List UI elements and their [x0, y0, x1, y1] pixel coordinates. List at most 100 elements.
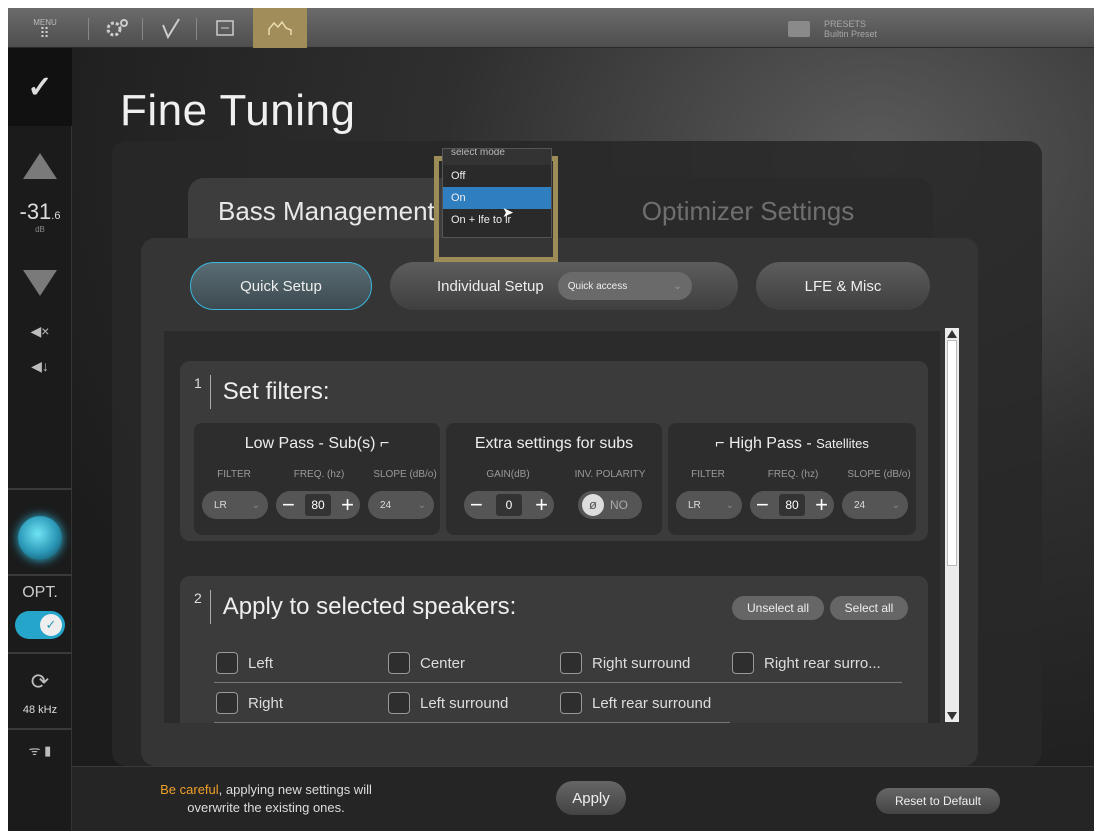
mode-dropdown[interactable]: select mode Off On On + lfe to lr	[442, 148, 552, 238]
brand-logo[interactable]: ✓	[8, 48, 72, 126]
apply-button[interactable]: Apply	[556, 781, 626, 815]
lfe-misc-button[interactable]: LFE & Misc	[756, 262, 930, 310]
tab-optimizer-settings[interactable]: Optimizer Settings	[563, 178, 933, 244]
low-pass-slope-select[interactable]: 24 ⌄	[368, 491, 434, 519]
sidebar-divider	[8, 728, 72, 730]
filter-label: FILTER	[691, 469, 725, 480]
speaker-checkbox-right-rear-surround[interactable]: Right rear surro...	[732, 652, 881, 674]
section-title: Set filters:	[222, 378, 330, 405]
high-pass-slope-select[interactable]: 24 ⌄	[842, 491, 908, 519]
low-pass-filter-select[interactable]: LR ⌄	[202, 491, 268, 519]
section-number: 2	[194, 590, 202, 606]
dropdown-header: select mode	[443, 149, 551, 165]
toolbar-divider	[142, 18, 143, 40]
speaker-checkbox-left[interactable]: Left	[216, 652, 273, 674]
reset-to-default-button[interactable]: Reset to Default	[876, 788, 1000, 814]
plus-icon[interactable]: +	[535, 494, 548, 516]
mute-button[interactable]: ◀×	[8, 318, 72, 344]
dropdown-option-off[interactable]: Off	[443, 165, 551, 187]
scroll-thumb[interactable]	[947, 340, 957, 566]
freq-value[interactable]: 80	[779, 494, 805, 516]
knob-icon	[18, 516, 62, 560]
speaker-label: Right rear surro...	[764, 654, 881, 672]
scroll-down-icon[interactable]	[947, 712, 957, 720]
section-number: 1	[194, 375, 202, 391]
high-pass-label: High Pass -	[728, 435, 817, 452]
checkbox[interactable]	[560, 652, 582, 674]
polarity-icon: ø	[582, 494, 604, 516]
speaker-checkbox-left-surround[interactable]: Left surround	[388, 692, 508, 714]
toggle-check-icon: ✓	[40, 614, 62, 636]
display-icon[interactable]	[208, 8, 242, 48]
freq-label: FREQ. (hz)	[293, 469, 345, 480]
sync-icon[interactable]: ⟳	[8, 666, 72, 698]
plus-icon[interactable]: +	[341, 494, 354, 516]
app-window: MENU ⠿ PRESETS Builtin Preset ✓ -31.6 dB…	[8, 8, 1094, 831]
speaker-checkbox-left-rear-surround[interactable]: Left rear surround	[560, 692, 711, 714]
checkbox[interactable]	[216, 692, 238, 714]
freq-label: FREQ. (hz)	[767, 469, 819, 480]
high-pass-group: ⌐ High Pass - Satellites FILTER FREQ. (h…	[668, 423, 916, 535]
select-all-button[interactable]: Select all	[830, 596, 908, 620]
logo-glyph: ✓	[27, 70, 53, 104]
speaker-settings-icon[interactable]	[100, 8, 134, 48]
quick-setup-button[interactable]: Quick Setup	[190, 262, 372, 310]
speaker-label: Right surround	[592, 654, 691, 672]
scroll-up-icon[interactable]	[947, 330, 957, 338]
sidebar-divider	[8, 652, 72, 654]
menu-dots-icon: ⠿	[39, 24, 51, 41]
speaker-checkbox-center[interactable]: Center	[388, 652, 465, 674]
volume-knob[interactable]	[8, 508, 72, 568]
high-pass-title: ⌐ High Pass - Satellites	[668, 435, 916, 453]
dropdown-option-on-lfe[interactable]: On + lfe to lr	[443, 209, 551, 231]
high-pass-filter-select[interactable]: LR ⌄	[676, 491, 742, 519]
menu-button[interactable]: MENU ⠿	[30, 8, 60, 48]
top-toolbar: MENU ⠿ PRESETS Builtin Preset	[8, 8, 1094, 48]
high-pass-freq-stepper[interactable]: − 80 +	[750, 491, 834, 519]
gain-label: GAIN(dB)	[486, 469, 530, 480]
quick-access-select[interactable]: Quick access ⌄	[557, 272, 692, 300]
bottom-action-bar: Be careful, applying new settings will o…	[72, 766, 1094, 831]
dim-button[interactable]: ◀↓	[8, 353, 72, 379]
apply-speakers-section: 2 Apply to selected speakers: Unselect a…	[180, 576, 928, 723]
volume-unit: dB	[35, 224, 45, 234]
inv-polarity-toggle[interactable]: ø NO	[578, 491, 642, 519]
checkbox[interactable]	[388, 652, 410, 674]
optimizer-toggle[interactable]: ✓	[8, 610, 72, 640]
toolbar-divider	[196, 18, 197, 40]
speaker-checkbox-right-surround[interactable]: Right surround	[560, 652, 690, 674]
speaker-label: Left surround	[420, 694, 509, 712]
volume-down-button[interactable]	[8, 266, 72, 300]
checkbox[interactable]	[732, 652, 754, 674]
presets-selector[interactable]: PRESETS Builtin Preset	[788, 14, 1094, 44]
unselect-all-button[interactable]: Unselect all	[732, 596, 824, 620]
plus-icon[interactable]: +	[815, 494, 828, 516]
folder-icon	[788, 21, 810, 37]
minus-icon[interactable]: −	[470, 494, 483, 516]
speaker-checkbox-right[interactable]: Right	[216, 692, 283, 714]
low-pass-freq-stepper[interactable]: − 80 +	[276, 491, 360, 519]
checkbox[interactable]	[560, 692, 582, 714]
gain-value[interactable]: 0	[496, 494, 522, 516]
minus-icon[interactable]: −	[282, 494, 295, 516]
chevron-down-icon: ⌄	[673, 280, 682, 292]
low-pass-curve-icon: ⌐	[379, 435, 390, 452]
minus-icon[interactable]: −	[756, 494, 769, 516]
warning-text: Be careful, applying new settings will o…	[116, 781, 416, 817]
gain-stepper[interactable]: − 0 +	[464, 491, 554, 519]
warning-line1: , applying new settings will	[218, 782, 372, 797]
low-pass-title: Low Pass - Sub(s) ⌐	[194, 435, 440, 453]
freq-value[interactable]: 80	[305, 494, 331, 516]
dropdown-option-on[interactable]: On	[443, 187, 551, 209]
checkbox[interactable]	[388, 692, 410, 714]
room-curve-icon[interactable]	[253, 8, 307, 48]
preset-name: Builtin Preset	[824, 29, 878, 39]
extra-settings-group: Extra settings for subs GAIN(dB) INV. PO…	[446, 423, 662, 535]
check-icon[interactable]	[154, 8, 188, 48]
checkbox[interactable]	[216, 652, 238, 674]
warning-line2: overwrite the existing ones.	[187, 800, 345, 815]
speaker-label: Center	[420, 654, 466, 672]
individual-setup-button[interactable]: Individual Setup Quick access ⌄	[390, 262, 738, 310]
volume-up-button[interactable]	[8, 146, 72, 186]
vertical-scrollbar[interactable]	[945, 328, 959, 722]
